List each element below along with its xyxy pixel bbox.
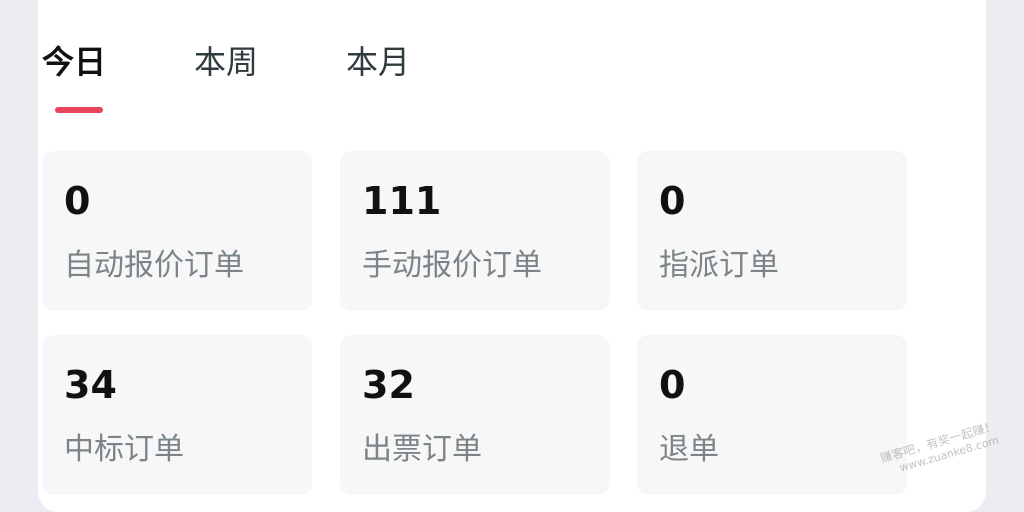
stat-value: 0 bbox=[659, 179, 686, 223]
stat-card-ticketed-orders[interactable]: 32 出票订单 bbox=[340, 335, 610, 495]
stat-label: 退单 bbox=[659, 432, 719, 467]
stat-value: 34 bbox=[64, 363, 117, 407]
stat-card-won-bid-orders[interactable]: 34 中标订单 bbox=[42, 335, 312, 495]
stat-value: 111 bbox=[362, 179, 442, 223]
tab-today[interactable]: 今日 bbox=[42, 42, 106, 82]
stat-value: 0 bbox=[64, 179, 91, 223]
period-tabs: 今日 本周 本月 bbox=[42, 20, 642, 113]
stat-card-manual-quote-orders[interactable]: 111 手动报价订单 bbox=[340, 151, 610, 311]
stat-label: 中标订单 bbox=[64, 432, 184, 467]
stat-card-refund-orders[interactable]: 0 退单 bbox=[637, 335, 907, 495]
stat-card-auto-quote-orders[interactable]: 0 自动报价订单 bbox=[42, 151, 312, 311]
tab-this-month[interactable]: 本月 bbox=[346, 42, 410, 82]
stat-label: 自动报价订单 bbox=[64, 248, 244, 283]
tab-this-week[interactable]: 本周 bbox=[194, 42, 258, 82]
stat-card-assigned-orders[interactable]: 0 指派订单 bbox=[637, 151, 907, 311]
stat-label: 指派订单 bbox=[659, 248, 779, 283]
stat-value: 0 bbox=[659, 363, 686, 407]
stat-value: 32 bbox=[362, 363, 415, 407]
stat-label: 出票订单 bbox=[362, 432, 482, 467]
stat-label: 手动报价订单 bbox=[362, 248, 542, 283]
active-tab-indicator bbox=[55, 107, 103, 113]
